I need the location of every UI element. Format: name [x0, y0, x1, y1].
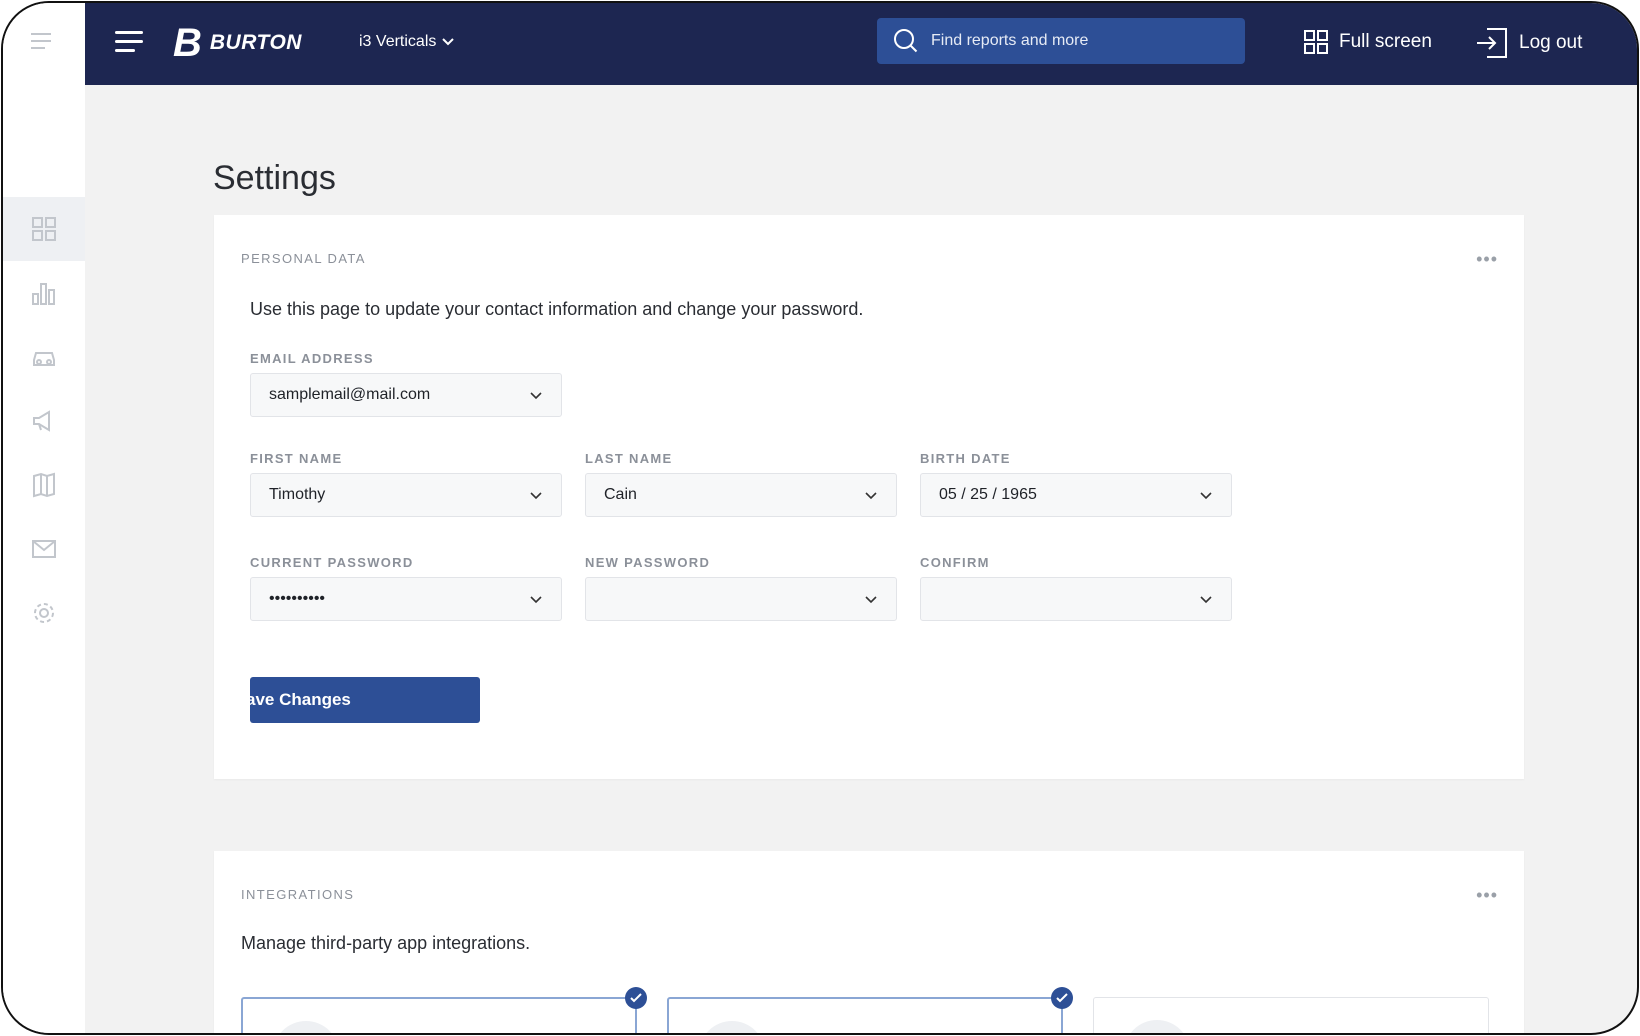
integrations-intro-text: Manage third-party app integrations. — [241, 933, 531, 953]
integration-card[interactable] — [1093, 997, 1489, 1033]
more-options-icon[interactable]: ••• — [1476, 249, 1498, 270]
more-options-icon[interactable]: ••• — [1476, 885, 1498, 906]
logo-mark: B — [173, 21, 202, 65]
email-field[interactable]: samplemail@mail.com — [250, 373, 562, 417]
birth-date-value: 05 / 25 / 1965 — [939, 486, 1037, 503]
current-password-field[interactable]: •••••••••• — [250, 577, 562, 621]
mail-icon — [32, 540, 56, 558]
rail-menu-icon[interactable] — [29, 31, 53, 51]
chevron-down-icon — [530, 492, 542, 500]
save-changes-label: ave Changes — [250, 690, 351, 709]
email-value: samplemail@mail.com — [269, 386, 431, 403]
megaphone-icon — [33, 410, 50, 432]
sidebar-item-vehicles[interactable] — [3, 325, 85, 389]
integrations-section-label: INTEGRATIONS — [241, 887, 355, 902]
integration-card[interactable] — [667, 987, 1073, 1033]
integration-card[interactable] — [241, 987, 647, 1033]
sidebar-item-campaigns[interactable] — [3, 389, 85, 453]
left-rail — [3, 3, 85, 1033]
logout-label: Log out — [1519, 32, 1583, 53]
search-input[interactable] — [931, 32, 1231, 50]
sidebar-item-messages[interactable] — [3, 517, 85, 581]
first-name-label: FIRST NAME — [250, 451, 343, 466]
first-name-field[interactable]: Timothy — [250, 473, 562, 517]
top-bar: B BURTON i3 Verticals Full screen Log ou… — [85, 3, 1637, 85]
integration-logo — [699, 1021, 765, 1033]
personal-section-label: PERSONAL DATA — [241, 251, 366, 266]
app-window: B BURTON i3 Verticals Full screen Log ou… — [1, 1, 1639, 1035]
vertical-selector-label: i3 Verticals — [359, 33, 437, 50]
logo-wordmark: BURTON — [209, 31, 302, 54]
new-password-label: NEW PASSWORD — [585, 555, 711, 570]
hamburger-menu-icon[interactable] — [115, 31, 143, 55]
fullscreen-grid-icon — [1304, 30, 1328, 54]
sidebar-item-reports[interactable] — [3, 261, 85, 325]
chevron-down-icon — [442, 38, 455, 46]
gear-icon — [34, 603, 54, 623]
last-name-value: Cain — [604, 486, 637, 503]
personal-intro-text: Use this page to update your contact inf… — [250, 299, 864, 319]
map-icon — [33, 472, 55, 498]
chevron-down-icon — [1200, 492, 1212, 500]
checkmark-icon — [625, 987, 647, 1009]
search-icon — [894, 29, 918, 53]
fullscreen-button[interactable]: Full screen — [1303, 29, 1432, 55]
checkmark-icon — [1051, 987, 1073, 1009]
last-name-label: LAST NAME — [585, 451, 673, 466]
fullscreen-label: Full screen — [1339, 31, 1432, 52]
new-password-field[interactable] — [585, 577, 897, 621]
sidebar-item-settings[interactable] — [3, 581, 85, 645]
chevron-down-icon — [865, 596, 877, 604]
chevron-down-icon — [865, 492, 877, 500]
integration-logo — [273, 1021, 339, 1033]
first-name-value: Timothy — [269, 486, 326, 503]
brand-logo[interactable]: B BURTON — [173, 23, 302, 63]
dashboard-grid-icon — [32, 217, 56, 241]
integrations-card: INTEGRATIONS ••• Manage third-party app … — [214, 851, 1524, 1033]
last-name-field[interactable]: Cain — [585, 473, 897, 517]
integration-logo — [1124, 1020, 1190, 1033]
chevron-down-icon — [530, 596, 542, 604]
logout-button[interactable]: Log out — [1475, 27, 1582, 59]
confirm-password-label: CONFIRM — [920, 555, 990, 570]
sidebar-item-map[interactable] — [3, 453, 85, 517]
car-icon — [33, 352, 55, 366]
current-password-label: CURRENT PASSWORD — [250, 555, 414, 570]
search-bar[interactable] — [877, 18, 1245, 64]
current-password-value: •••••••••• — [269, 590, 326, 607]
personal-data-card: PERSONAL DATA ••• Use this page to updat… — [214, 215, 1524, 779]
confirm-password-field[interactable] — [920, 577, 1232, 621]
birth-date-label: BIRTH DATE — [920, 451, 1011, 466]
birth-date-field[interactable]: 05 / 25 / 1965 — [920, 473, 1232, 517]
logout-icon — [1477, 28, 1507, 58]
vertical-selector[interactable]: i3 Verticals — [359, 33, 455, 51]
save-changes-button[interactable]: ave Changes — [250, 677, 480, 723]
chevron-down-icon — [530, 392, 542, 400]
chevron-down-icon — [1200, 596, 1212, 604]
page-title: Settings — [213, 159, 336, 197]
bar-chart-icon — [32, 283, 55, 305]
sidebar-item-dashboard[interactable] — [3, 197, 85, 261]
email-label: EMAIL ADDRESS — [250, 351, 374, 366]
